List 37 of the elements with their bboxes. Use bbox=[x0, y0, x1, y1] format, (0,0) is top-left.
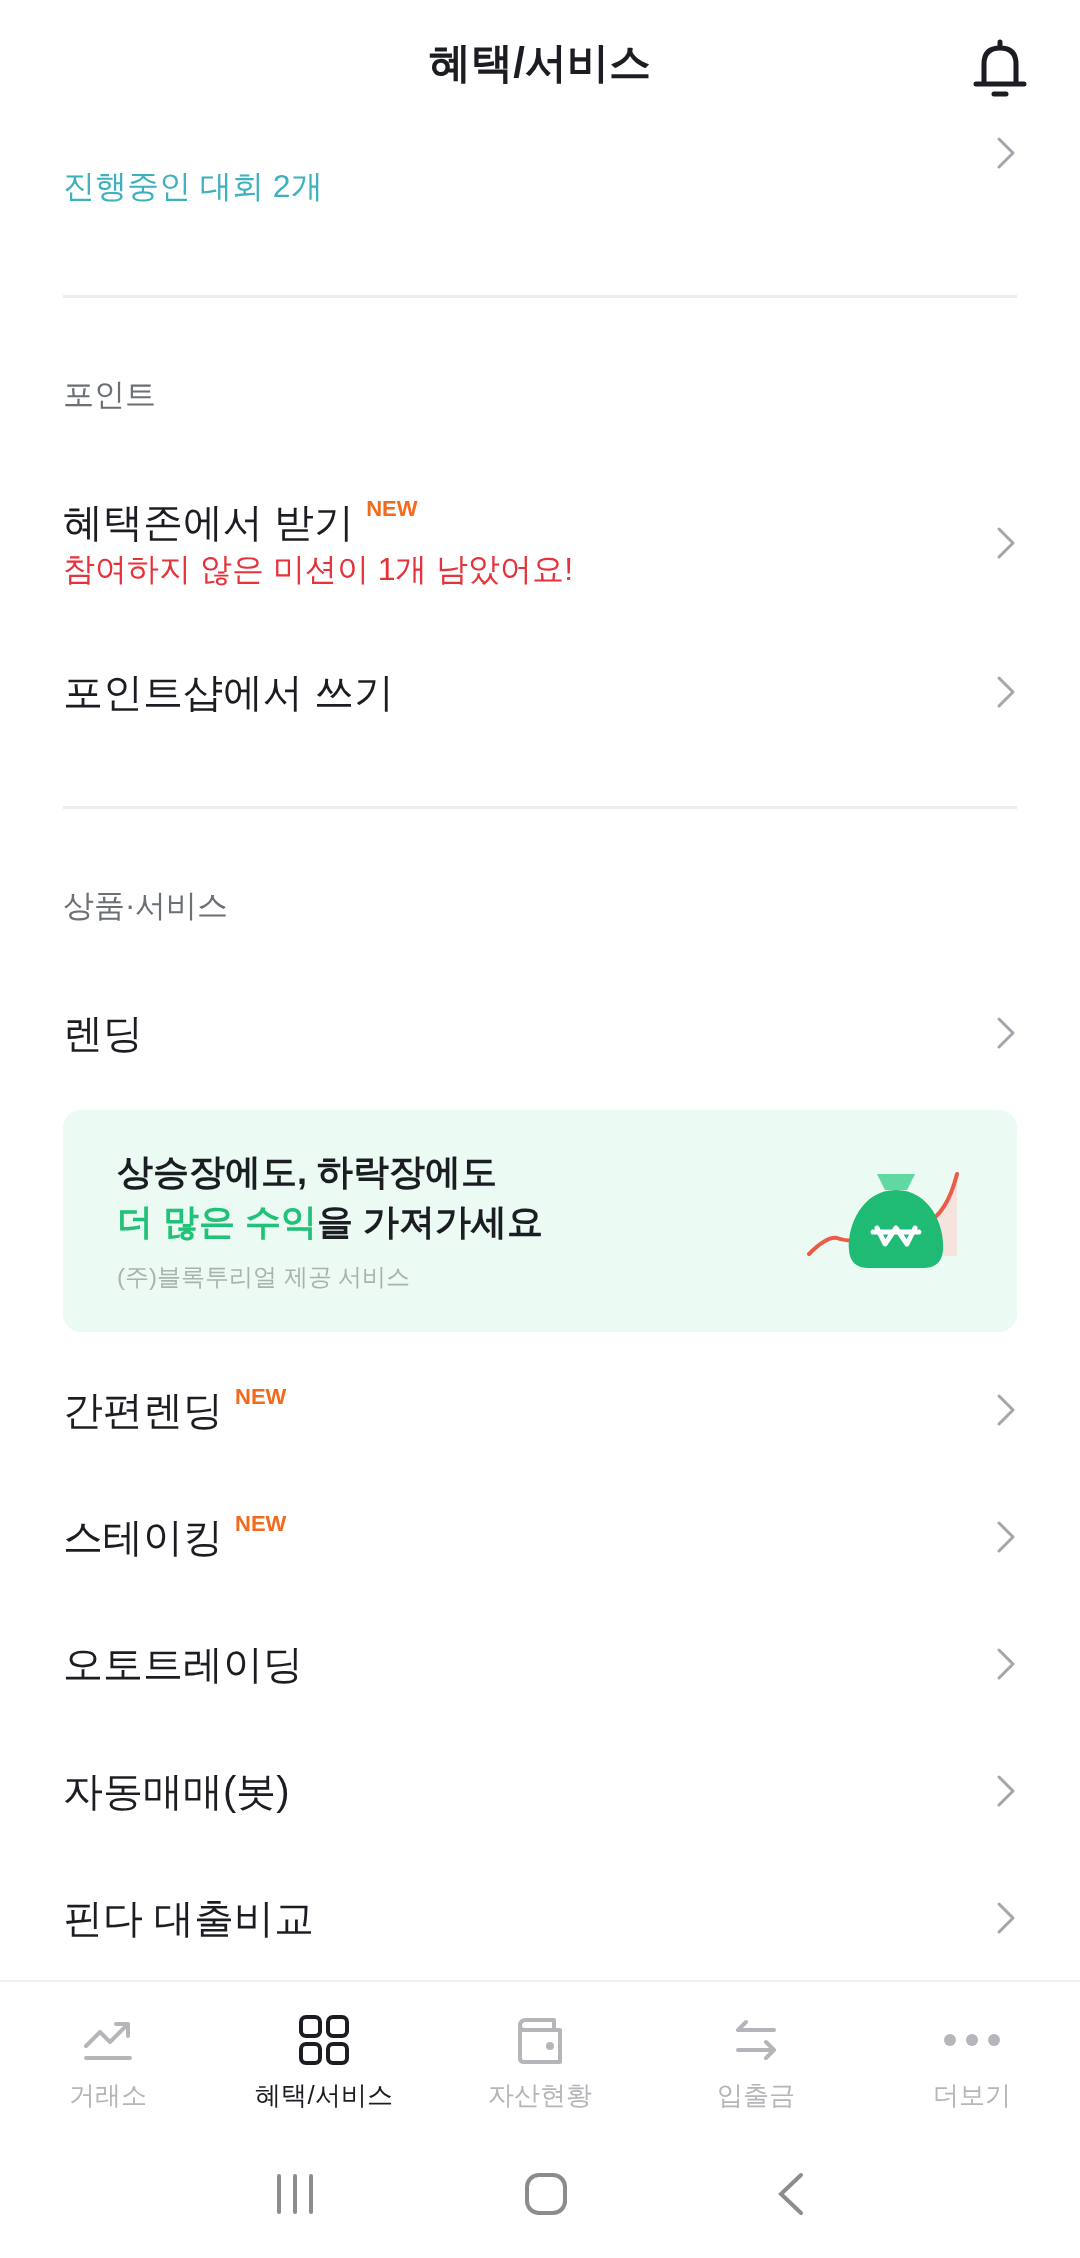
item-title: 포인트샵에서 쓰기 bbox=[63, 668, 395, 716]
item-title: 렌딩 bbox=[63, 1009, 143, 1057]
nav-tab[interactable]: 혜택/서비스 bbox=[216, 1982, 432, 2130]
item-subtitle: 진행중인 대회 2개 bbox=[63, 167, 323, 206]
new-label: NEW bbox=[235, 1510, 287, 1537]
chevron-right-icon bbox=[995, 525, 1017, 561]
bell-icon[interactable] bbox=[972, 38, 1028, 98]
menu-item[interactable]: 자동매매(봇) bbox=[0, 1727, 1080, 1854]
item-title: 자동매매(봇) bbox=[63, 1767, 290, 1815]
item-subtitle: 참여하지 않은 미션이 1개 남았어요! bbox=[63, 550, 574, 589]
item-title: 간편렌딩 bbox=[63, 1386, 223, 1434]
promo-banner[interactable]: 상승장에도, 하락장에도 더 많은 수익을 가져가세요 (주)블록투리얼 제공 서비스 bbox=[63, 1110, 1017, 1332]
menu-item[interactable]: 혜택존에서 받기 NEW 참여하지 않은 미션이 1개 남았어요! bbox=[0, 458, 1080, 628]
banner-headline: 더 많은 수익을 가져가세요 bbox=[117, 1200, 544, 1244]
recent-apps-icon[interactable] bbox=[274, 2172, 315, 2216]
page-title: 혜택/서비스 bbox=[429, 38, 651, 88]
menu-item[interactable]: 간편렌딩 NEW bbox=[0, 1346, 1080, 1473]
back-icon[interactable] bbox=[777, 2172, 806, 2216]
more-dots-icon bbox=[944, 2034, 1000, 2046]
home-icon[interactable] bbox=[524, 2172, 568, 2216]
item-title: 핀다 대출비교 bbox=[63, 1894, 315, 1942]
menu-item[interactable]: 스테이킹 NEW bbox=[0, 1473, 1080, 1600]
chevron-right-icon bbox=[995, 135, 1017, 171]
item-title: 혜택존에서 받기 bbox=[63, 499, 355, 546]
section-label: 상품·서비스 bbox=[63, 886, 229, 925]
item-title: 스테이킹 bbox=[63, 1513, 223, 1561]
section-label: 포인트 bbox=[63, 375, 156, 414]
grid-icon bbox=[296, 2012, 352, 2068]
menu-item[interactable]: 핀다 대출비교 bbox=[0, 1854, 1080, 1980]
new-label: NEW bbox=[235, 1383, 287, 1410]
banner-note: (주)블록투리얼 제공 서비스 bbox=[117, 1262, 412, 1292]
menu-item[interactable]: 포인트샵에서 쓰기 bbox=[0, 628, 1080, 755]
menu-item[interactable]: 렌딩 bbox=[0, 969, 1080, 1096]
menu-item[interactable]: 오토트레이딩 bbox=[0, 1600, 1080, 1727]
banner-headline: 상승장에도, 하락장에도 bbox=[117, 1150, 498, 1194]
new-label: NEW bbox=[366, 496, 418, 522]
item-title: 오토트레이딩 bbox=[63, 1640, 303, 1688]
